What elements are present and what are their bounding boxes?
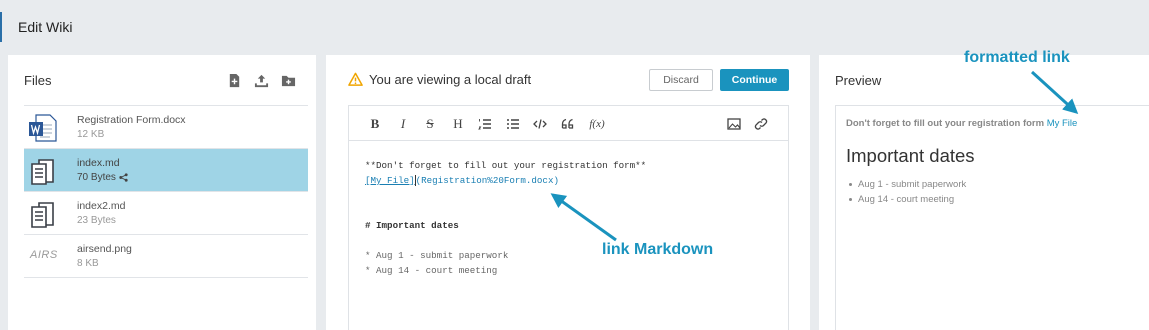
warning-text: You are viewing a local draft <box>369 72 532 87</box>
preview-paragraph: Don't forget to fill out your registrati… <box>846 118 1078 129</box>
files-actions <box>227 73 296 88</box>
list-item: Aug 1 - submit paperwork <box>846 177 966 192</box>
preview-content: Don't forget to fill out your registrati… <box>835 105 1149 330</box>
markdown-editor[interactable]: B I S H f(x) **Don't forget to fill out … <box>348 105 789 330</box>
file-size: 12 KB <box>77 129 105 140</box>
file-row[interactable]: AIRS airsend.png 8 KB <box>24 235 308 278</box>
text-file-icon <box>28 200 58 228</box>
file-size: 23 Bytes <box>77 215 116 226</box>
header-bar: Edit Wiki <box>0 0 1149 55</box>
formula-icon[interactable]: f(x) <box>587 116 607 132</box>
files-list: Registration Form.docx 12 KB index.md 70… <box>24 105 308 278</box>
code-icon[interactable] <box>532 116 548 132</box>
file-row-selected[interactable]: index.md 70 Bytes <box>24 149 308 192</box>
preview-list: Aug 1 - submit paperwork Aug 14 - court … <box>846 177 966 207</box>
upload-icon[interactable] <box>254 73 269 88</box>
preview-title: Preview <box>835 73 882 88</box>
markdown-link-url: (Registration%20Form.docx) <box>415 175 559 186</box>
image-icon[interactable] <box>726 116 742 132</box>
file-name: Registration Form.docx <box>77 114 186 126</box>
new-file-icon[interactable] <box>227 73 242 88</box>
file-name: index2.md <box>77 200 126 212</box>
heading-icon[interactable]: H <box>450 116 466 132</box>
new-folder-icon[interactable] <box>281 73 296 88</box>
page-title: Edit Wiki <box>18 19 73 35</box>
warning-icon <box>348 72 363 86</box>
file-name: index.md <box>77 157 120 169</box>
preview-panel: Preview Don't forget to fill out your re… <box>819 55 1149 330</box>
word-doc-icon <box>28 114 58 142</box>
file-size: 70 Bytes <box>77 172 128 183</box>
file-size: 8 KB <box>77 258 99 269</box>
files-panel: Files Registration Form.docx 12 KB index… <box>8 55 316 330</box>
bullet-list-icon[interactable] <box>505 116 521 132</box>
file-row[interactable]: Registration Form.docx 12 KB <box>24 106 308 149</box>
share-icon <box>119 173 128 182</box>
code-line-heading: # Important dates <box>365 220 459 231</box>
markdown-text[interactable]: **Don't forget to fill out your registra… <box>365 158 646 278</box>
discard-button[interactable]: Discard <box>649 69 713 91</box>
continue-button[interactable]: Continue <box>720 69 789 91</box>
file-name: airsend.png <box>77 243 132 255</box>
annotation-formatted-link: formatted link <box>964 49 1070 66</box>
editor-panel: You are viewing a local draft Discard Co… <box>326 55 810 330</box>
ordered-list-icon[interactable] <box>477 116 493 132</box>
header-accent <box>0 12 2 42</box>
quote-icon[interactable] <box>560 116 576 132</box>
code-line: **Don't forget to fill out your registra… <box>365 160 647 171</box>
file-row[interactable]: index2.md 23 Bytes <box>24 192 308 235</box>
preview-link[interactable]: My File <box>1047 118 1078 129</box>
code-line-link: [My File](Registration%20Form.docx) <box>365 173 646 188</box>
annotation-link-markdown: link Markdown <box>602 241 714 258</box>
strikethrough-icon[interactable]: S <box>422 116 438 132</box>
list-item: Aug 14 - court meeting <box>846 192 966 207</box>
code-line: * Aug 14 - court meeting <box>365 265 498 276</box>
files-title: Files <box>24 73 52 88</box>
text-file-icon <box>28 157 58 185</box>
image-thumbnail: AIRS <box>30 249 58 261</box>
draft-warning: You are viewing a local draft <box>348 72 531 87</box>
link-icon[interactable] <box>753 116 769 132</box>
preview-heading: Important dates <box>846 145 975 166</box>
editor-toolbar: B I S H f(x) <box>349 106 788 141</box>
bold-icon[interactable]: B <box>367 116 383 132</box>
italic-icon[interactable]: I <box>395 116 411 132</box>
markdown-link-text: [My File] <box>365 175 415 186</box>
